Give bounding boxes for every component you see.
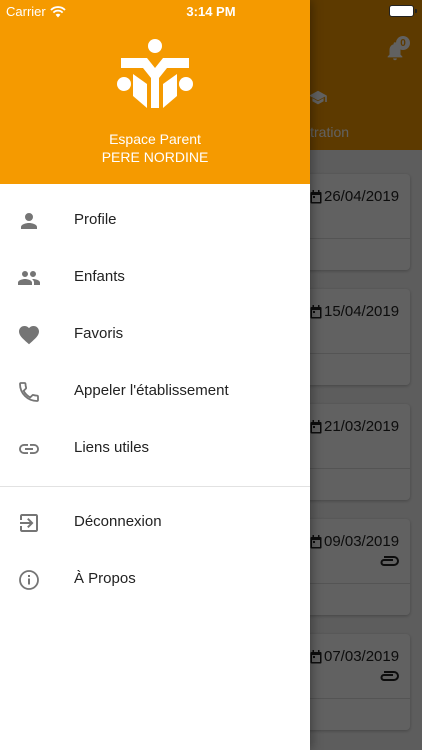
phone-icon	[19, 382, 39, 402]
menu-label: Appeler l'établissement	[74, 382, 229, 399]
battery-icon	[389, 5, 417, 17]
menu-item-useful-links[interactable]: Liens utiles	[0, 420, 310, 477]
drawer-title: Espace Parent	[109, 131, 201, 147]
status-time: 3:14 PM	[186, 4, 236, 19]
menu-label: Déconnexion	[74, 513, 162, 530]
menu-item-favoris[interactable]: Favoris	[0, 306, 310, 363]
menu-label: Favoris	[74, 325, 124, 342]
navigation-drawer: Espace Parent PERE NORDINE Profile Enfan…	[0, 0, 310, 750]
menu-label: Enfants	[74, 268, 125, 285]
school-logo-icon	[117, 39, 193, 108]
menu-item-call-school[interactable]: Appeler l'établissement	[0, 363, 310, 420]
link-icon	[19, 444, 39, 454]
logout-icon	[20, 514, 38, 532]
menu-item-about[interactable]: À Propos	[0, 551, 310, 608]
status-bar: Carrier 3:14 PM	[0, 0, 422, 22]
menu-item-logout[interactable]: Déconnexion	[0, 494, 310, 551]
parent-name: PERE NORDINE	[101, 149, 209, 165]
menu-item-enfants[interactable]: Enfants	[0, 249, 310, 306]
menu-label: À Propos	[74, 570, 136, 587]
menu-divider	[0, 486, 310, 487]
heart-icon	[19, 326, 39, 345]
menu-label: Profile	[74, 211, 117, 228]
drawer-header: Espace Parent PERE NORDINE	[0, 0, 310, 184]
info-icon	[19, 570, 39, 590]
person-icon	[21, 213, 37, 229]
menu-label: Liens utiles	[74, 439, 150, 456]
menu-item-profile[interactable]: Profile	[0, 192, 310, 249]
people-icon	[18, 271, 40, 285]
